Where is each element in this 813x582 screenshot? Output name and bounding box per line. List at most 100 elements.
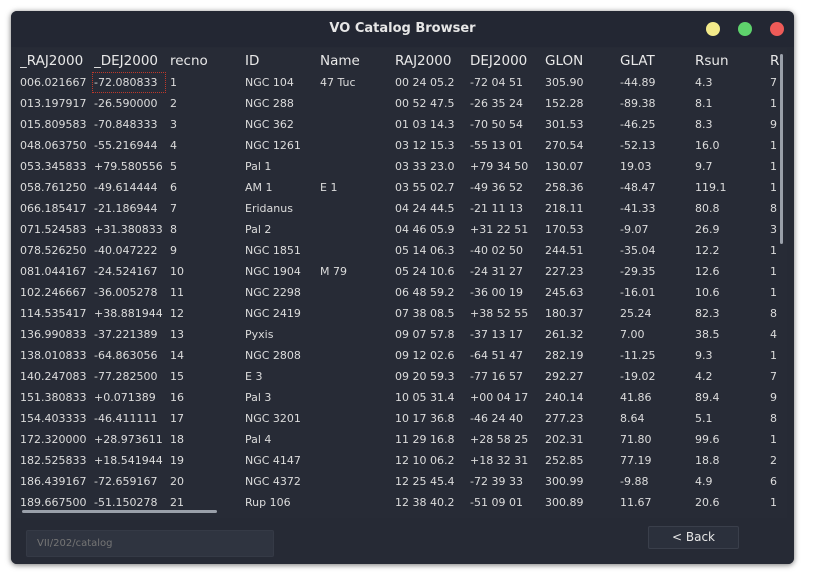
table-cell[interactable]: -48.47 <box>620 177 692 198</box>
table-row[interactable]: 013.197917 -26.590000 2 NGC 288 00 52 47.5 -2… <box>16 93 782 114</box>
column-header[interactable]: GLAT <box>620 50 692 72</box>
table-cell[interactable]: 270.54 <box>545 135 617 156</box>
column-header[interactable]: _RAJ2000 <box>20 50 92 72</box>
minimize-button[interactable] <box>706 22 720 36</box>
table-cell[interactable]: 300.99 <box>545 471 617 492</box>
table-cell[interactable]: -51 09 01 <box>470 492 542 512</box>
table-cell[interactable]: 77.19 <box>620 450 692 471</box>
table-cell[interactable]: 19.03 <box>620 156 692 177</box>
table-cell[interactable]: 300.89 <box>545 492 617 512</box>
table-cell[interactable]: 4.2 <box>695 366 767 387</box>
table-cell[interactable]: 11 29 16.8 <box>395 429 467 450</box>
table-cell[interactable]: +28.973611 <box>94 429 168 450</box>
table-cell[interactable]: -21 11 13 <box>470 198 542 219</box>
table-cell[interactable]: 015.809583 <box>20 114 92 135</box>
table-cell[interactable]: NGC 1851 <box>245 240 317 261</box>
table-row[interactable]: 140.247083 -77.282500 15 E 3 09 20 59.3 -77 1… <box>16 366 782 387</box>
table-cell[interactable]: 4.3 <box>695 72 767 93</box>
table-cell[interactable]: 258.36 <box>545 177 617 198</box>
close-button[interactable] <box>770 22 784 36</box>
table-cell[interactable]: 218.11 <box>545 198 617 219</box>
table-cell[interactable]: 41.86 <box>620 387 692 408</box>
table-cell[interactable]: NGC 2808 <box>245 345 317 366</box>
table-cell[interactable]: NGC 104 <box>245 72 317 93</box>
table-cell[interactable]: 13 <box>170 324 242 345</box>
table-cell[interactable]: -70 50 54 <box>470 114 542 135</box>
table-row[interactable]: 186.439167 -72.659167 20 NGC 4372 12 25 45.4… <box>16 471 782 492</box>
table-cell[interactable]: 04 24 44.5 <box>395 198 467 219</box>
table-cell[interactable]: +0.071389 <box>94 387 168 408</box>
catalog-path-field[interactable] <box>26 530 274 557</box>
table-cell[interactable]: NGC 3201 <box>245 408 317 429</box>
table-cell[interactable]: -40 02 50 <box>470 240 542 261</box>
table-cell[interactable]: 114.535417 <box>20 303 92 324</box>
table-cell[interactable]: 4.9 <box>695 471 767 492</box>
table-row[interactable]: 151.380833 +0.071389 16 Pal 3 10 05 31.4 +00 … <box>16 387 782 408</box>
table-cell[interactable]: +31.380833 <box>94 219 168 240</box>
table-cell[interactable]: 21 <box>170 492 242 512</box>
table-cell[interactable]: 154.403333 <box>20 408 92 429</box>
table-cell[interactable]: 9 <box>770 387 782 408</box>
table-cell[interactable]: 10 05 31.4 <box>395 387 467 408</box>
table-cell[interactable]: -89.38 <box>620 93 692 114</box>
table-cell[interactable]: -55.216944 <box>94 135 168 156</box>
column-header[interactable]: Rsun <box>695 50 767 72</box>
table-cell[interactable]: Pal 4 <box>245 429 317 450</box>
table-cell[interactable]: -55 13 01 <box>470 135 542 156</box>
table-cell[interactable]: 5.1 <box>695 408 767 429</box>
table-cell[interactable]: NGC 288 <box>245 93 317 114</box>
table-cell[interactable]: 6 <box>770 471 782 492</box>
table-cell[interactable]: 00 52 47.5 <box>395 93 467 114</box>
table-cell[interactable]: 12 25 45.4 <box>395 471 467 492</box>
table-cell[interactable]: -44.89 <box>620 72 692 93</box>
table-cell[interactable]: 186.439167 <box>20 471 92 492</box>
table-cell[interactable]: 17 <box>170 408 242 429</box>
table-cell[interactable]: -21.186944 <box>94 198 168 219</box>
table-cell[interactable]: 170.53 <box>545 219 617 240</box>
table-cell[interactable]: 5 <box>170 156 242 177</box>
table-cell[interactable]: -26 35 24 <box>470 93 542 114</box>
table-cell[interactable]: E 3 <box>245 366 317 387</box>
table-cell[interactable]: 71.80 <box>620 429 692 450</box>
table-cell[interactable]: 2 <box>170 93 242 114</box>
column-header[interactable]: _DEJ2000 <box>94 50 168 72</box>
table-cell[interactable]: 99.6 <box>695 429 767 450</box>
table-cell[interactable]: 152.28 <box>545 93 617 114</box>
table-cell[interactable]: -36 00 19 <box>470 282 542 303</box>
table-cell[interactable]: 136.990833 <box>20 324 92 345</box>
table-cell[interactable]: -9.07 <box>620 219 692 240</box>
table-cell[interactable]: 282.19 <box>545 345 617 366</box>
table-cell[interactable]: Eridanus <box>245 198 317 219</box>
table-cell[interactable]: -35.04 <box>620 240 692 261</box>
table-cell[interactable]: Pal 3 <box>245 387 317 408</box>
table-cell[interactable]: -64 51 47 <box>470 345 542 366</box>
horizontal-scrollbar[interactable] <box>22 510 217 513</box>
table-cell[interactable]: 2 <box>770 450 782 471</box>
table-cell[interactable]: 12 10 06.2 <box>395 450 467 471</box>
table-cell[interactable]: 180.37 <box>545 303 617 324</box>
column-header[interactable]: RAJ2000 <box>395 50 467 72</box>
table-cell[interactable]: 013.197917 <box>20 93 92 114</box>
table-cell[interactable]: 066.185417 <box>20 198 92 219</box>
table-cell[interactable]: 4 <box>170 135 242 156</box>
table-cell[interactable]: 4 <box>770 324 782 345</box>
vertical-scrollbar[interactable] <box>780 54 783 244</box>
table-cell[interactable]: NGC 1904 <box>245 261 317 282</box>
table-cell[interactable]: 3 <box>170 114 242 135</box>
table-cell[interactable]: -41.33 <box>620 198 692 219</box>
table-row[interactable]: 154.403333 -46.411111 17 NGC 3201 10 17 36.8… <box>16 408 782 429</box>
table-cell[interactable]: 03 55 02.7 <box>395 177 467 198</box>
table-cell[interactable]: 9 <box>170 240 242 261</box>
table-cell[interactable]: -24 31 27 <box>470 261 542 282</box>
table-cell[interactable]: 130.07 <box>545 156 617 177</box>
table-cell[interactable]: 11.67 <box>620 492 692 512</box>
table-cell[interactable]: -36.005278 <box>94 282 168 303</box>
table-cell[interactable]: -11.25 <box>620 345 692 366</box>
table-cell[interactable]: -72.080833 <box>92 72 166 93</box>
maximize-button[interactable] <box>738 22 752 36</box>
table-cell[interactable]: 9.3 <box>695 345 767 366</box>
table-cell[interactable]: 245.63 <box>545 282 617 303</box>
table-cell[interactable]: +79 34 50 <box>470 156 542 177</box>
table-cell[interactable]: 09 12 02.6 <box>395 345 467 366</box>
table-cell[interactable]: +31 22 51 <box>470 219 542 240</box>
